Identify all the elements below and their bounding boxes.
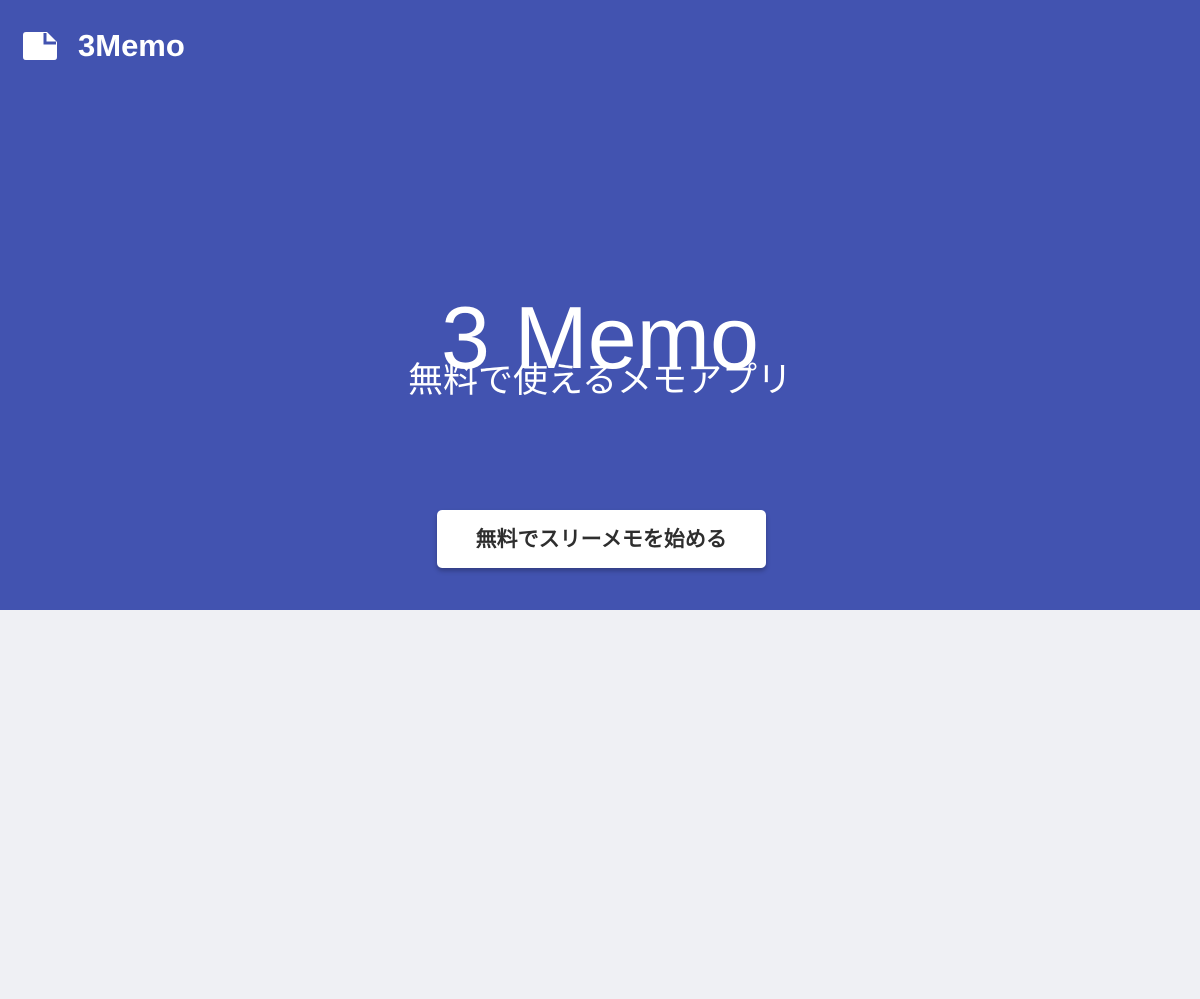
brand-name: 3Memo (78, 28, 185, 63)
page-content-area (0, 610, 1200, 999)
memo-icon (23, 32, 57, 60)
hero-section: 3Memo 3 Memo 無料で使えるメモアプリ 無料でスリーメモを始める (0, 0, 1200, 610)
start-free-button[interactable]: 無料でスリーメモを始める (437, 510, 766, 568)
hero-subtitle: 無料で使えるメモアプリ (408, 361, 792, 401)
brand-link[interactable]: 3Memo (22, 26, 185, 66)
